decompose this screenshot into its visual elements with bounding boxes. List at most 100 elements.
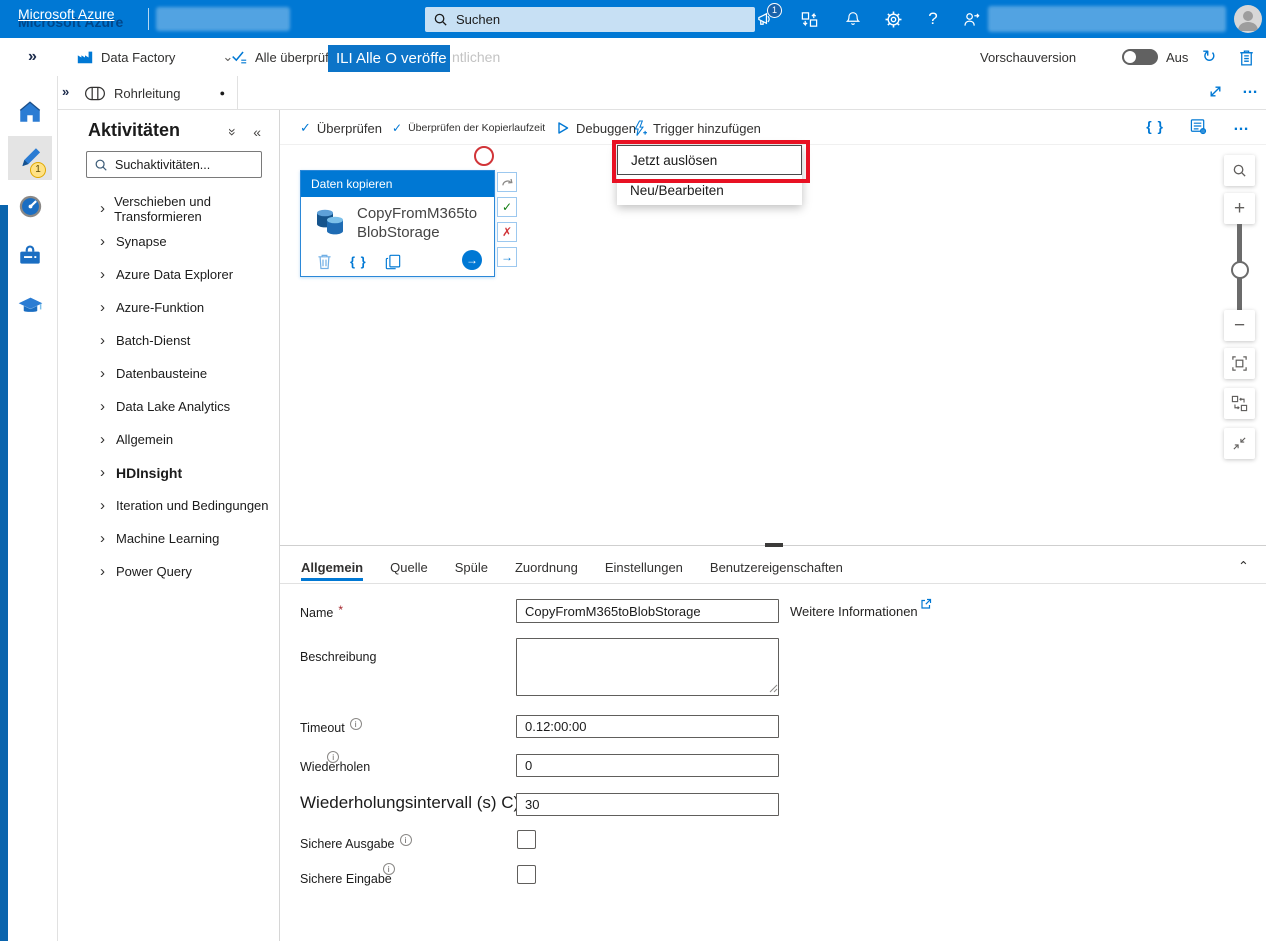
category-label: Machine Learning (116, 531, 219, 546)
expand-nav-button[interactable]: » (28, 38, 37, 76)
pipeline-canvas[interactable]: ✓ Überprüfen ✓ Überprüfen der Kopierlauf… (280, 110, 1266, 545)
search-icon (433, 12, 448, 27)
port-success-icon[interactable]: ✓ (497, 197, 517, 217)
directory-switch-icon[interactable] (790, 0, 828, 38)
info-icon[interactable]: i (350, 718, 362, 730)
retry-interval-input[interactable] (516, 793, 779, 816)
chevron-right-icon: › (100, 530, 116, 547)
collapse-panel-icon[interactable]: « (253, 124, 261, 140)
trigger-lightning-icon (632, 120, 647, 137)
collapse-all-icon[interactable]: » (225, 128, 241, 136)
node-header[interactable]: Daten kopieren (301, 171, 494, 197)
tab-more-options-button[interactable]: … (1242, 80, 1259, 98)
activity-category-general[interactable]: ›Allgemein (58, 423, 280, 456)
left-edge-accent-strip (0, 205, 8, 941)
name-input[interactable] (516, 599, 779, 623)
nav-manage-button[interactable] (8, 234, 52, 278)
activity-category-power-query[interactable]: ›Power Query (58, 555, 280, 588)
activity-category-batch-service[interactable]: ›Batch-Dienst (58, 324, 280, 357)
zoom-slider-knob[interactable] (1231, 261, 1249, 279)
secure-input-label: Sichere Eingabe i (300, 872, 395, 886)
secure-input-checkbox[interactable] (517, 865, 536, 884)
global-search-input[interactable] (456, 12, 736, 27)
info-icon[interactable]: i (400, 834, 412, 846)
tab-source[interactable]: Quelle (390, 551, 428, 584)
tab-sink[interactable]: Spüle (455, 551, 488, 584)
tab-pipeline[interactable]: Rohrleitung ● (62, 76, 238, 110)
activity-category-hdinsight[interactable]: ›HDInsight (58, 456, 280, 489)
data-factory-menu[interactable]: Data Factory ⌄ (76, 38, 233, 76)
topbar-divider (148, 8, 149, 30)
factory-icon (76, 48, 94, 66)
canvas-search-button[interactable] (1224, 155, 1255, 186)
preview-toggle[interactable] (1122, 49, 1158, 65)
validate-copy-runtime-button[interactable]: ✓ Überprüfen der Kopierlaufzeit (392, 117, 545, 139)
toggle-state-label: Aus (1166, 38, 1188, 76)
activity-category-data-lake-analytics[interactable]: ›Data Lake Analytics (58, 390, 280, 423)
more-info-link[interactable]: Weitere Informationen (790, 604, 932, 619)
retry-input[interactable] (516, 754, 779, 777)
nav-home-button[interactable] (8, 90, 52, 134)
nav-monitor-button[interactable] (8, 184, 52, 228)
activities-search-input[interactable] (115, 158, 245, 172)
activities-search-box[interactable] (86, 151, 262, 178)
validate-all-button[interactable]: Alle überprüfen (230, 38, 343, 76)
feedback-icon[interactable] (952, 0, 990, 38)
expand-editor-button[interactable] (1208, 84, 1223, 99)
activity-category-databricks[interactable]: ›Datenbausteine (58, 357, 280, 390)
pipeline-settings-button[interactable] (1190, 118, 1207, 135)
port-completion-icon[interactable]: → (497, 247, 517, 267)
refresh-button[interactable]: ↻ (1202, 38, 1216, 76)
add-trigger-button[interactable]: Trigger hinzufügen (632, 117, 761, 139)
publish-all-overlay[interactable]: ILI Alle O veröffe (328, 45, 450, 72)
port-skip-icon[interactable] (497, 172, 517, 192)
zoom-in-button[interactable]: + (1224, 193, 1255, 224)
secure-output-checkbox[interactable] (517, 830, 536, 849)
tab-label: Benutzereigenschaften (710, 560, 843, 575)
preview-version-label: Vorschauversion (980, 38, 1076, 76)
activity-category-azure-function[interactable]: ›Azure-Funktion (58, 291, 280, 324)
code-view-button[interactable]: { } (1146, 118, 1164, 134)
activity-category-machine-learning[interactable]: ›Machine Learning (58, 522, 280, 555)
canvas-more-options-button[interactable]: … (1233, 117, 1250, 135)
discard-all-button[interactable] (1238, 38, 1255, 76)
validate-button[interactable]: ✓ Überprüfen (300, 117, 382, 139)
debug-button[interactable]: Debuggen (556, 117, 636, 139)
auto-align-button[interactable] (1224, 388, 1255, 419)
nav-learning-button[interactable] (8, 283, 52, 327)
node-next-connector-icon[interactable]: → (462, 250, 482, 270)
description-textarea[interactable] (516, 638, 779, 696)
tab-mapping[interactable]: Zuordnung (515, 551, 578, 584)
info-icon[interactable]: i (383, 863, 395, 875)
zoom-to-fit-button[interactable] (1224, 348, 1255, 379)
tab-general[interactable]: Allgemein (301, 551, 363, 584)
tab-user-properties[interactable]: Benutzereigenschaften (710, 551, 843, 584)
collapse-panel-chevron[interactable]: ⌄ (1238, 557, 1249, 573)
timeout-input[interactable] (516, 715, 779, 738)
cross-glyph: ✗ (502, 225, 512, 239)
port-failure-icon[interactable]: ✗ (497, 222, 517, 242)
category-label: Batch-Dienst (116, 333, 190, 348)
tab-settings[interactable]: Einstellungen (605, 551, 683, 584)
announcements-button[interactable]: 1 (746, 0, 784, 38)
activity-category-iteration-conditionals[interactable]: ›Iteration und Bedingungen (58, 489, 280, 522)
tab-label: Einstellungen (605, 560, 683, 575)
copy-data-activity-node[interactable]: Daten kopieren CopyFromM365toBlobStorage… (300, 170, 495, 277)
delete-activity-icon[interactable] (317, 253, 332, 270)
activity-category-azure-data-explorer[interactable]: ›Azure Data Explorer (58, 258, 280, 291)
collapse-canvas-button[interactable] (1224, 428, 1255, 459)
refresh-icon: ↻ (1202, 47, 1216, 67)
help-icon[interactable]: ? (914, 0, 952, 38)
activity-code-icon[interactable]: { } (350, 254, 367, 269)
global-search-box[interactable] (425, 7, 755, 32)
settings-gear-icon[interactable] (874, 0, 912, 38)
activity-category-synapse[interactable]: ›Synapse (58, 225, 280, 258)
activity-category-move-transform[interactable]: ›Verschieben und Transformieren (58, 192, 280, 225)
avatar[interactable] (1234, 5, 1262, 33)
clone-activity-icon[interactable] (385, 254, 401, 270)
panel-drag-handle[interactable] (765, 543, 783, 547)
zoom-out-button[interactable]: − (1224, 310, 1255, 341)
azure-brand[interactable]: Microsoft Azure Microsoft Azure (18, 0, 148, 38)
notifications-bell-icon[interactable] (834, 0, 872, 38)
chevron-right-icon: › (100, 332, 116, 349)
